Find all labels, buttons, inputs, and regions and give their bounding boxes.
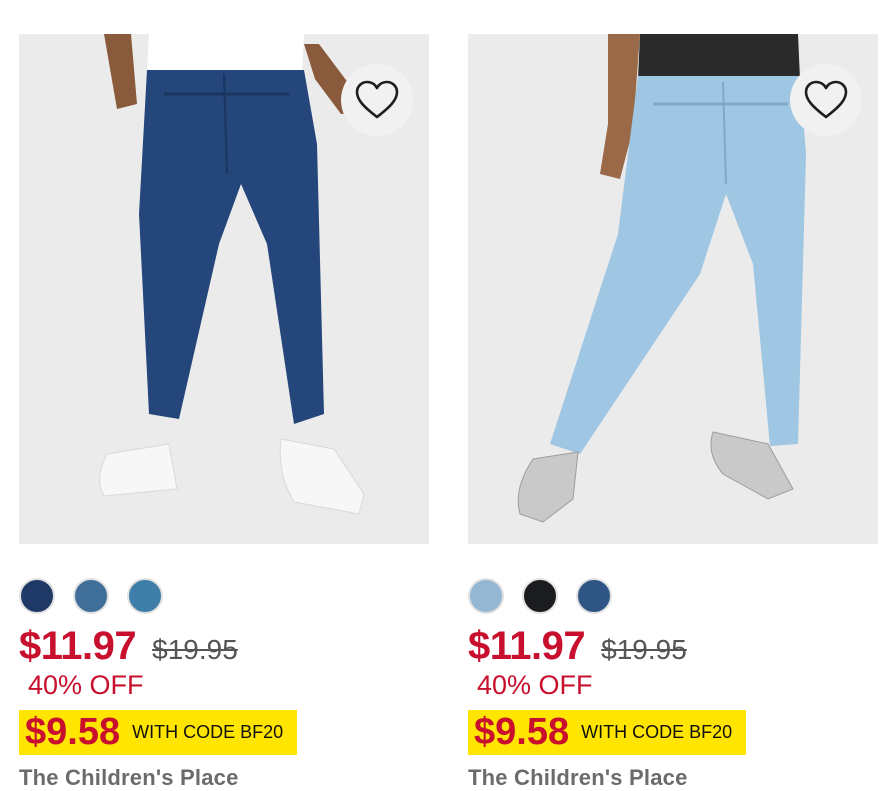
- product-image[interactable]: [19, 34, 429, 544]
- promo-code: WITH CODE BF20: [132, 722, 284, 742]
- discount-label: 40% OFF: [477, 670, 593, 700]
- product-image[interactable]: [468, 34, 878, 544]
- color-swatch[interactable]: [73, 578, 109, 614]
- price-row: $11.97 $19.95: [19, 624, 429, 668]
- color-swatch[interactable]: [127, 578, 163, 614]
- color-swatches: [19, 578, 429, 618]
- product-card[interactable]: $11.97 $19.95 40% OFF $9.58 WITH CODE BF…: [19, 34, 429, 791]
- product-card[interactable]: $11.97 $19.95 40% OFF $9.58 WITH CODE BF…: [468, 34, 878, 791]
- sale-price: $11.97: [468, 624, 586, 668]
- original-price: $19.95: [152, 634, 238, 665]
- color-swatch[interactable]: [522, 578, 558, 614]
- discount-label: 40% OFF: [28, 670, 144, 700]
- promo-code: WITH CODE BF20: [581, 722, 733, 742]
- favorite-button[interactable]: [341, 64, 413, 136]
- promo-price: $9.58: [474, 711, 570, 753]
- heart-icon: [355, 80, 399, 119]
- color-swatch[interactable]: [468, 578, 504, 614]
- promo-badge: $9.58 WITH CODE BF20: [468, 710, 747, 755]
- favorite-button[interactable]: [790, 64, 862, 136]
- heart-icon: [804, 80, 848, 119]
- price-row: $11.97 $19.95: [468, 624, 878, 668]
- color-swatch[interactable]: [19, 578, 55, 614]
- brand-name: The Children's Place: [19, 765, 239, 790]
- promo-price: $9.58: [25, 711, 121, 753]
- color-swatch[interactable]: [576, 578, 612, 614]
- color-swatches: [468, 578, 878, 618]
- brand-name: The Children's Place: [468, 765, 688, 790]
- original-price: $19.95: [601, 634, 687, 665]
- promo-badge: $9.58 WITH CODE BF20: [19, 710, 298, 755]
- sale-price: $11.97: [19, 624, 137, 668]
